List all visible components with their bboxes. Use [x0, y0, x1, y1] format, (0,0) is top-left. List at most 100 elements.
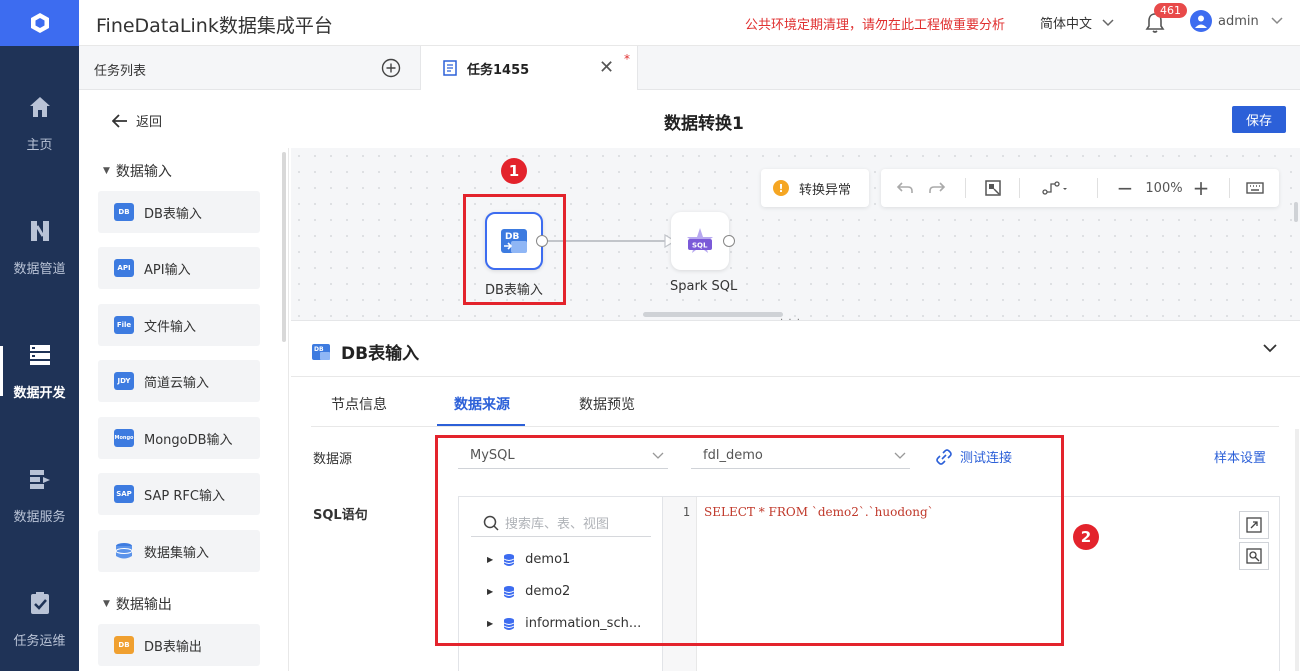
back-button[interactable]: 返回	[112, 111, 162, 130]
db-output-icon: DB	[114, 636, 134, 654]
environment-notice: 公共环境定期清理，请勿在此工程做重要分析	[745, 18, 1006, 33]
horizontal-scrollbar[interactable]	[643, 312, 783, 317]
nav-item-home[interactable]: 主页	[0, 68, 79, 178]
nav-label: 主页	[26, 137, 53, 153]
spark-sql-icon: SQL	[687, 228, 713, 253]
warning-label: 转换异常	[799, 182, 852, 198]
avatar	[1190, 10, 1212, 32]
component-db-output[interactable]: DB DB表输出	[98, 624, 260, 666]
save-button[interactable]: 保存	[1232, 106, 1286, 133]
page-header: 返回 数据转换1 保存	[79, 90, 1300, 148]
component-panel: ▼ 数据输入 DB DB表输入 API API输入 File 文件输入 JDY …	[79, 148, 289, 671]
component-db-input[interactable]: DB DB表输入	[98, 191, 260, 233]
component-label: 文件输入	[144, 319, 197, 335]
sap-icon: SAP	[114, 485, 134, 503]
zoom-level: 100%	[1145, 180, 1183, 196]
divider	[965, 178, 966, 198]
output-port[interactable]	[723, 235, 735, 247]
redo-icon[interactable]	[925, 178, 949, 198]
nav-item-ops[interactable]: 任务运维	[0, 564, 79, 671]
layout-icon[interactable]	[1041, 178, 1071, 198]
component-dataset-input[interactable]: 数据集输入	[98, 530, 260, 572]
component-jdy-input[interactable]: JDY 简道云输入	[98, 360, 260, 402]
nav-label: 数据开发	[13, 385, 66, 401]
active-tab-indicator	[437, 424, 525, 426]
api-icon: API	[114, 259, 134, 277]
db-icon: DB	[114, 203, 134, 221]
component-label: 简道云输入	[144, 375, 210, 391]
nav-label: 数据服务	[13, 509, 66, 525]
tab-data-source[interactable]: 数据来源	[454, 394, 510, 414]
language-label: 简体中文	[1040, 17, 1093, 32]
zoom-out-icon[interactable]: −	[1113, 176, 1137, 200]
expand-icon	[1246, 517, 1262, 533]
caret-down-icon: ▼	[103, 166, 110, 176]
panel-title: DB表输入	[341, 344, 420, 364]
divider	[1229, 178, 1230, 198]
divider	[1019, 178, 1020, 198]
nav-item-development[interactable]: 数据开发	[0, 316, 79, 426]
undo-icon[interactable]	[893, 178, 917, 198]
app-logo[interactable]	[0, 0, 79, 46]
fit-view-icon[interactable]	[981, 178, 1005, 198]
expand-editor-button[interactable]	[1239, 511, 1269, 539]
chevron-down-icon	[1102, 18, 1114, 26]
arrow-left-icon	[112, 113, 127, 128]
nav-label: 任务运维	[13, 633, 66, 649]
caret-down-icon: ▼	[103, 599, 110, 609]
task-list-label[interactable]: 任务列表	[94, 60, 146, 79]
zoom-in-icon[interactable]: +	[1189, 176, 1213, 200]
language-select[interactable]: 简体中文	[1040, 13, 1114, 32]
tab-node-info[interactable]: 节点信息	[331, 394, 387, 414]
task-file-icon	[443, 60, 457, 76]
vertical-scrollbar[interactable]	[1294, 202, 1298, 222]
tab-data-preview[interactable]: 数据预览	[579, 394, 635, 414]
task-ops-icon	[30, 591, 49, 614]
component-label: SAP RFC输入	[144, 488, 225, 504]
property-panel: DB DB表输入 节点信息 数据来源 数据预览 数据源 MySQL fdl_de…	[291, 320, 1300, 671]
component-sap-input[interactable]: SAP SAP RFC输入	[98, 473, 260, 515]
task-tab-bar: 任务列表 任务1455 ✕ *	[79, 46, 1300, 90]
vertical-scrollbar[interactable]	[1295, 429, 1299, 671]
component-mongodb-input[interactable]: Mongo MongoDB输入	[98, 417, 260, 459]
close-icon[interactable]: ✕	[599, 59, 614, 77]
nav-item-service[interactable]: 数据服务	[0, 440, 79, 550]
component-api-input[interactable]: API API输入	[98, 247, 260, 289]
add-tab-icon[interactable]	[381, 58, 401, 78]
component-label: 数据集输入	[144, 545, 210, 561]
canvas-toolbar: − 100% +	[881, 169, 1279, 207]
svg-text:DB: DB	[314, 346, 324, 353]
keyboard-icon[interactable]	[1243, 178, 1267, 198]
group-label: 数据输入	[115, 164, 172, 180]
service-icon	[29, 469, 50, 489]
conversion-warning[interactable]: ! 转换异常	[761, 169, 869, 207]
component-file-input[interactable]: File 文件输入	[98, 304, 260, 346]
preview-sql-button[interactable]	[1239, 542, 1269, 570]
component-label: DB表输出	[144, 639, 202, 655]
chevron-down-icon	[1271, 17, 1283, 25]
user-menu[interactable]: admin	[1190, 10, 1283, 32]
notification-badge: 461	[1154, 3, 1187, 18]
jdy-icon: JDY	[114, 372, 134, 390]
tab-task-1455[interactable]: 任务1455 ✕ *	[420, 46, 638, 90]
node-spark-sql[interactable]: SQL	[671, 212, 729, 270]
nav-item-pipeline[interactable]: 数据管道	[0, 192, 79, 302]
scrollbar[interactable]	[282, 152, 286, 342]
main-nav: 主页 数据管道 数据开发 数据服务 任务运维	[0, 0, 79, 671]
mongodb-icon: Mongo	[114, 429, 134, 447]
component-label: MongoDB输入	[144, 432, 233, 448]
svg-text:SQL: SQL	[692, 242, 708, 250]
flow-canvas[interactable]: DB DB表输入 SQL Spark SQL 1 ! 转换异常 − 100% +	[291, 148, 1300, 331]
app-title: FineDataLink数据集成平台	[96, 15, 333, 37]
back-label: 返回	[136, 115, 163, 130]
panel-header: DB DB表输入	[311, 339, 419, 364]
divider	[291, 376, 1300, 377]
chevron-down-icon[interactable]	[1261, 341, 1279, 355]
datasource-label: 数据源	[313, 452, 353, 467]
sample-settings-link[interactable]: 样本设置	[1214, 447, 1266, 466]
development-icon	[29, 344, 50, 365]
node-label: Spark SQL	[670, 279, 738, 294]
group-data-input[interactable]: ▼ 数据输入	[103, 161, 172, 181]
modified-indicator: *	[624, 52, 630, 66]
group-data-output[interactable]: ▼ 数据输出	[103, 594, 172, 614]
